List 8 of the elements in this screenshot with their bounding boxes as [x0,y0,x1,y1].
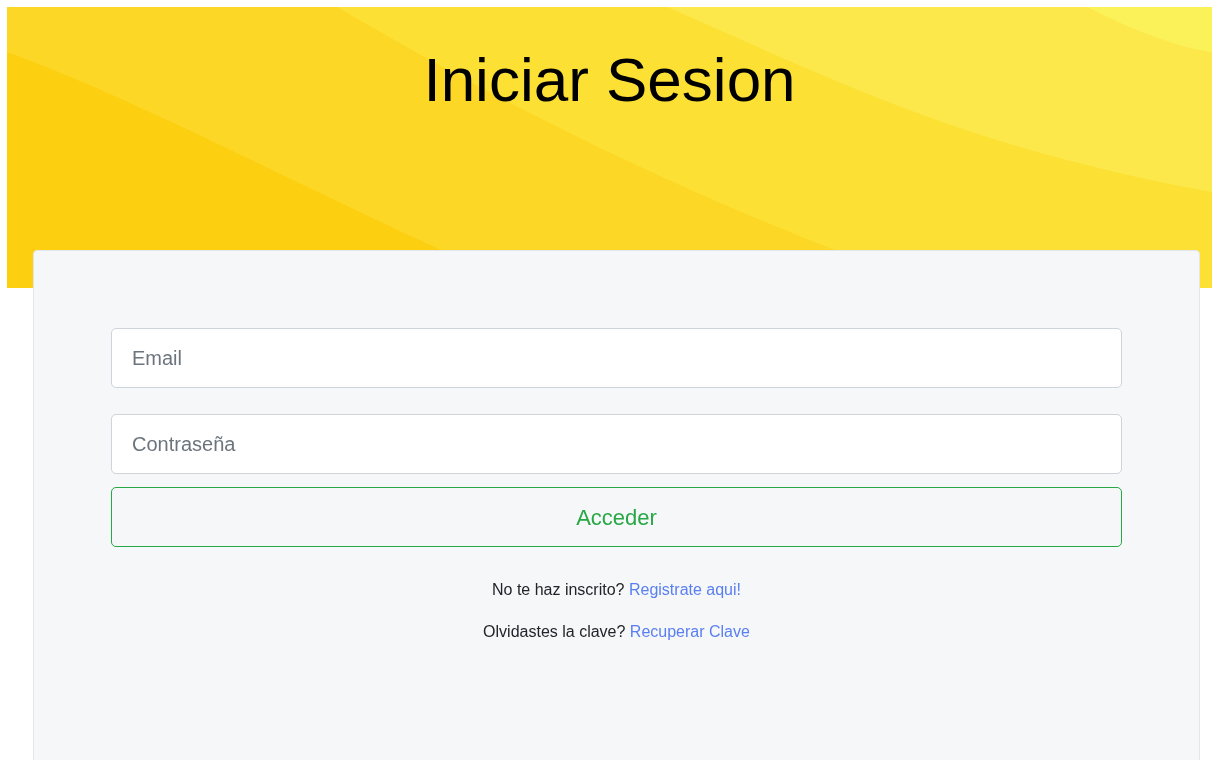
account-prompt: No te haz inscrito? Registrate aqui! [492,580,741,600]
account-prompt: Olvidastes la clave? Recuperar Clave [483,622,750,642]
input-field[interactable]: Email [111,328,1122,388]
prompt-link[interactable]: Recuperar Clave [629,623,750,640]
input-field[interactable]: Contraseña [111,414,1122,474]
prompt-link[interactable]: Registrate aqui! [628,581,741,598]
login-button[interactable]: Acceder [111,487,1122,547]
page-title: Iniciar Sesion [423,49,796,111]
